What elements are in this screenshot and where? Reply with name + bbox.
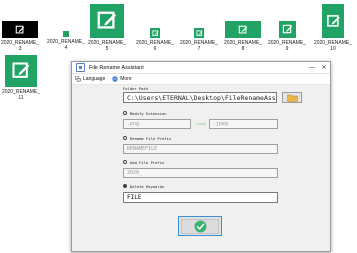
extension-to-input[interactable]: .jpeg (209, 119, 278, 129)
menu-more-label: More (120, 76, 132, 82)
rename-prefix-radio[interactable] (123, 136, 127, 140)
modify-extension-option[interactable]: Modify Extension (123, 110, 303, 116)
close-button[interactable]: ✕ (318, 62, 330, 73)
desktop-file-5[interactable]: 2020_RENAME_ 5 (85, 4, 129, 52)
file-name: 2020_RENAME_ 5 (87, 40, 127, 52)
file-name: 2020_RENAME_ 11 (1, 89, 41, 101)
file-name: 2020_RENAME_ 7 (179, 40, 219, 52)
edit-icon (282, 24, 292, 34)
edit-icon (15, 25, 25, 33)
file-thumbnail-large (5, 55, 37, 87)
file-name: 2020_RENAME_ 8 (223, 40, 263, 52)
add-prefix-label: Add File Prefix (130, 159, 165, 165)
modify-extension-radio[interactable] (123, 111, 127, 115)
desktop-file-6[interactable]: 2020_RENAME_ 6 (133, 28, 177, 52)
file-thumbnail-large (90, 4, 124, 38)
menu-bar: Language More (72, 74, 330, 85)
browse-folder-button[interactable] (282, 92, 302, 103)
modify-extension-section: Modify Extension .png ⟹ .jpeg (123, 110, 303, 130)
add-prefix-input[interactable]: 2020_ (123, 168, 278, 178)
desktop-file-3[interactable]: 2020_RENAME_ 3 (0, 21, 40, 52)
folder-path-label: Folder Path (123, 85, 149, 91)
menu-more[interactable]: More (112, 76, 132, 82)
add-prefix-section: Add File Prefix 2020_ (123, 159, 303, 178)
rename-prefix-label: Rename File Prefix (130, 135, 172, 141)
add-prefix-radio[interactable] (123, 160, 127, 164)
desktop-file-4[interactable]: 2020_RENAME_ 4 (44, 31, 88, 51)
delete-keywords-radio[interactable] (123, 184, 127, 188)
delete-keywords-input[interactable]: FILE (123, 192, 278, 203)
title-bar[interactable]: File Rename Assistant — ✕ (72, 62, 330, 74)
file-name: 2020_RENAME_ 4 (46, 39, 86, 51)
confirm-button-face (181, 218, 219, 234)
desktop-file-10[interactable]: 2020_RENAME_ 10 (311, 4, 355, 52)
minimize-button[interactable]: — (306, 62, 318, 73)
delete-keywords-section: Delete Keywords FILE (123, 183, 303, 203)
confirm-button[interactable] (178, 216, 222, 236)
delete-keywords-label: Delete Keywords (130, 183, 165, 189)
folder-icon (286, 94, 298, 102)
file-rename-dialog: File Rename Assistant — ✕ Language More … (71, 61, 331, 252)
folder-path-input[interactable]: C:\Users\ETERNAL\Desktop\FileRenameAssis (123, 92, 277, 103)
file-thumbnail-small (194, 28, 204, 38)
desktop-file-8[interactable]: 2020_RENAME_ 8 (221, 21, 265, 52)
file-name: 2020_RENAME_ 9 (267, 40, 307, 52)
edit-icon (97, 11, 117, 29)
file-name: 2020_RENAME_ 6 (135, 40, 175, 52)
edit-icon (238, 25, 248, 33)
window-title: File Rename Assistant (89, 64, 144, 71)
edit-icon (12, 62, 30, 78)
desktop-file-7[interactable]: 2020_RENAME_ 7 (177, 28, 221, 52)
edit-icon (195, 29, 202, 36)
rename-prefix-option[interactable]: Rename File Prefix (123, 135, 303, 141)
menu-language[interactable]: Language (75, 76, 105, 82)
file-thumbnail-black (2, 21, 38, 38)
menu-language-label: Language (83, 76, 106, 82)
file-thumbnail-wide (225, 21, 261, 38)
edit-icon (326, 14, 340, 27)
more-icon (112, 76, 118, 82)
language-icon (75, 76, 81, 82)
file-name: 2020_RENAME_ 10 (313, 40, 353, 52)
file-thumbnail-medium (278, 21, 296, 38)
rename-prefix-input[interactable]: RENAMEFILE (123, 144, 278, 154)
app-icon (76, 63, 85, 72)
modify-extension-label: Modify Extension (130, 110, 167, 116)
file-thumbnail-tiny (63, 31, 69, 37)
file-name: 2020_RENAME_ 3 (0, 40, 40, 52)
folder-path-section: Folder Path C:\Users\ETERNAL\Desktop\Fil… (123, 85, 303, 104)
rename-prefix-section: Rename File Prefix RENAMEFILE (123, 135, 303, 154)
checkmark-icon (194, 220, 206, 232)
edit-icon (151, 29, 158, 36)
desktop-file-11[interactable]: 2020_RENAME_ 11 (0, 55, 42, 101)
file-thumbnail-small (150, 28, 160, 38)
desktop-file-9[interactable]: 2020_RENAME_ 9 (265, 21, 309, 52)
delete-keywords-option[interactable]: Delete Keywords (123, 183, 303, 189)
extension-from-input[interactable]: .png (123, 119, 191, 129)
add-prefix-option[interactable]: Add File Prefix (123, 159, 303, 165)
file-thumbnail-tall (322, 4, 344, 38)
arrow-right-icon: ⟹ (195, 121, 207, 128)
